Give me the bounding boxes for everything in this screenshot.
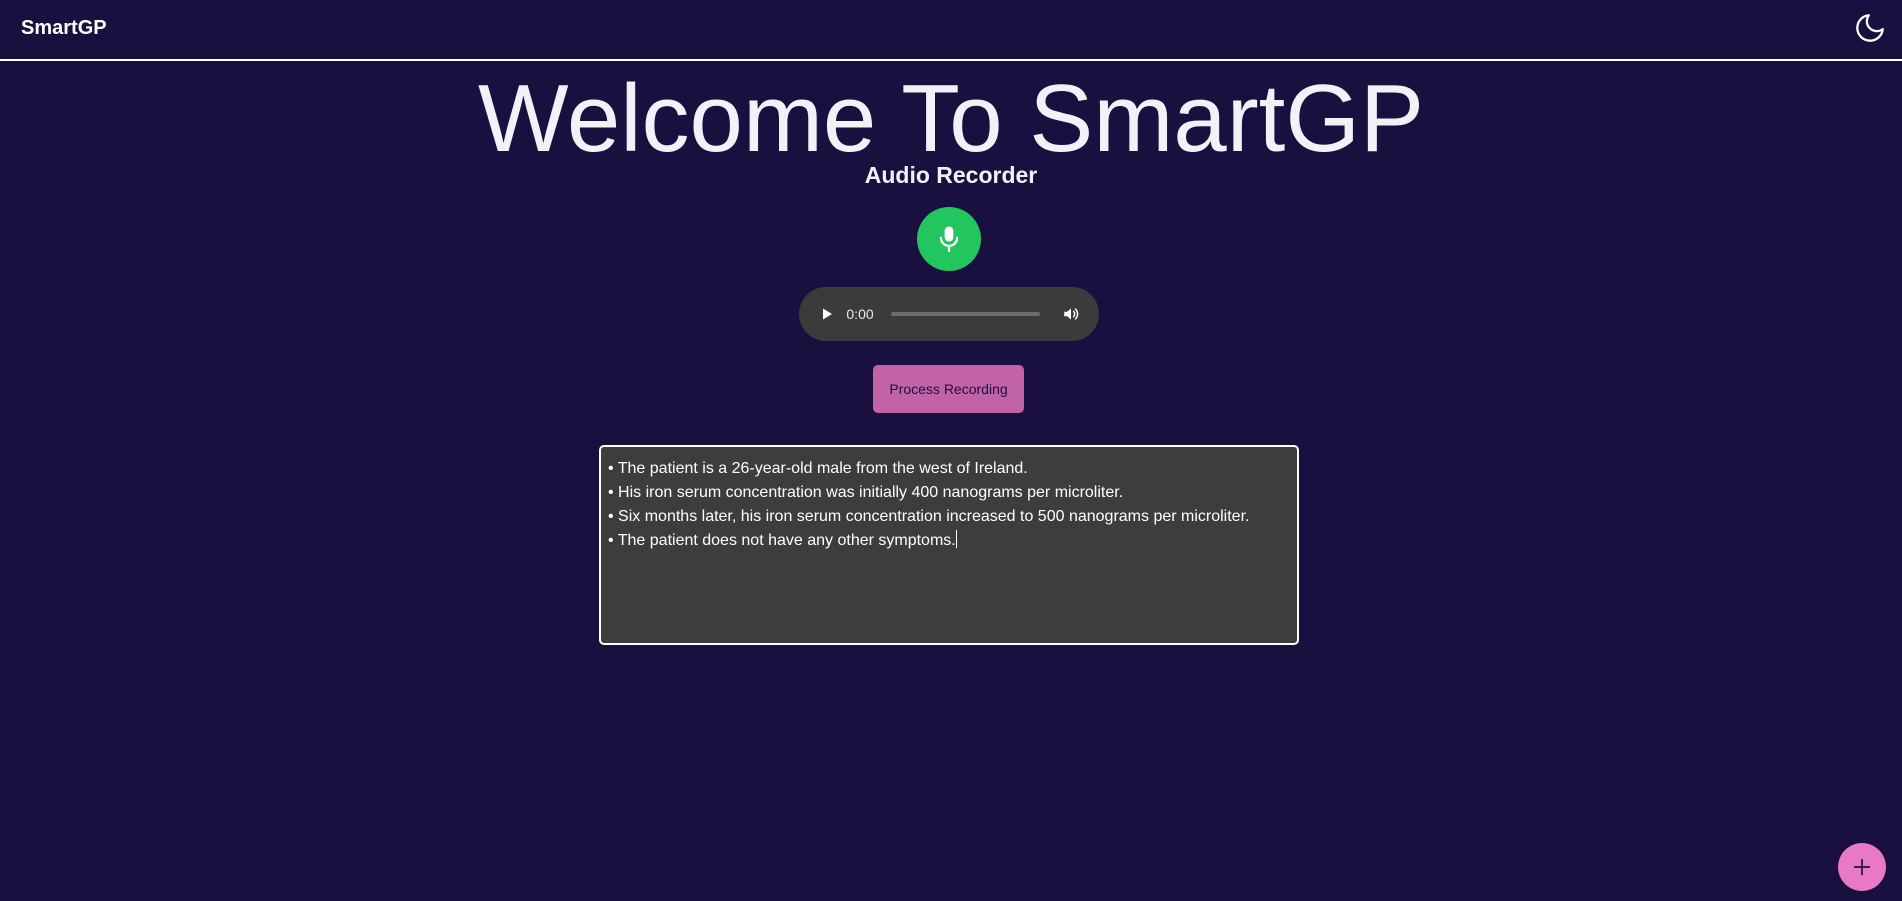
- add-fab-button[interactable]: [1838, 843, 1886, 891]
- moon-icon: [1856, 14, 1884, 42]
- microphone-icon: [939, 226, 959, 252]
- play-icon: [822, 308, 832, 320]
- audio-recorder-title: Audio Recorder: [864, 162, 1038, 188]
- text-caret: [955, 530, 957, 548]
- record-button[interactable]: [917, 207, 981, 271]
- transcript-line: • The patient is a 26-year-old male from…: [608, 460, 1028, 477]
- transcript-line: • His iron serum concentration was initi…: [608, 484, 1124, 501]
- welcome-heading: Welcome To SmartGP: [477, 65, 1425, 172]
- play-button[interactable]: [815, 302, 838, 326]
- brand-logo-text[interactable]: SmartGP: [21, 17, 107, 40]
- transcript-line-text: • The patient does not have any other sy…: [608, 532, 956, 549]
- transcript-line-last: • The patient does not have any other sy…: [608, 529, 1290, 553]
- theme-toggle-button[interactable]: [1850, 8, 1890, 48]
- plus-icon: [1853, 858, 1871, 876]
- transcript-line: • Six months later, his iron serum conce…: [608, 508, 1250, 525]
- audio-progress-bar[interactable]: [891, 312, 1040, 316]
- current-time: 0:00: [846, 306, 874, 322]
- transcript-textarea[interactable]: • The patient is a 26-year-old male from…: [599, 445, 1299, 645]
- volume-icon: [1064, 308, 1079, 320]
- top-navbar: SmartGP: [0, 0, 1902, 61]
- audio-player: 0:00: [799, 287, 1099, 341]
- process-recording-button[interactable]: Process Recording: [873, 365, 1024, 413]
- volume-button[interactable]: [1060, 302, 1083, 326]
